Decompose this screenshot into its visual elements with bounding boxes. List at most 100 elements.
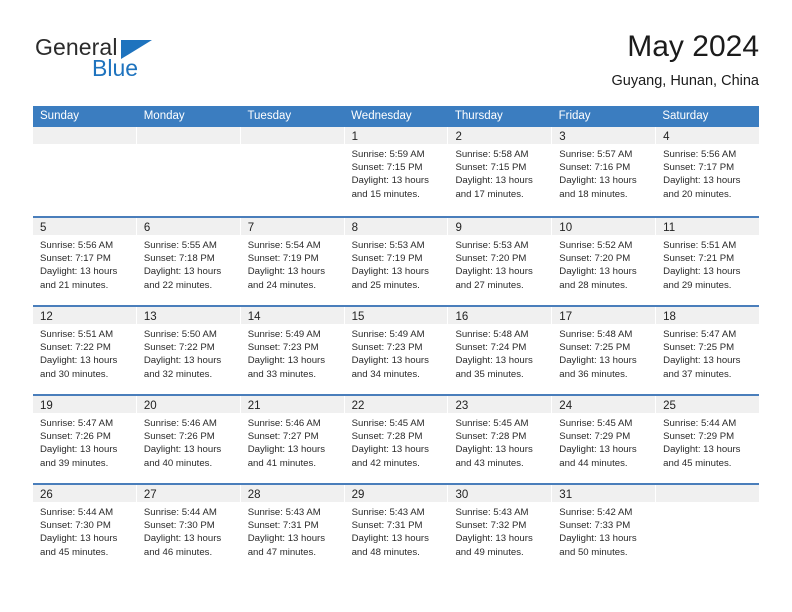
day-cell[interactable]: 4 Sunrise: 5:56 AM Sunset: 7:17 PM Dayli… (655, 127, 760, 216)
daylight-text-line1: Daylight: 13 hours (143, 533, 222, 545)
sunset-text: Sunset: 7:21 PM (663, 253, 735, 265)
daylight-text-line1: Daylight: 13 hours (247, 533, 326, 545)
day-cell[interactable] (135, 127, 240, 216)
daylight-text-line1: Daylight: 13 hours (143, 266, 222, 278)
day-details: Sunrise: 5:48 AM Sunset: 7:24 PM Dayligh… (448, 324, 551, 381)
day-details (241, 144, 344, 148)
day-number-band (240, 127, 344, 144)
sunset-text: Sunset: 7:24 PM (455, 342, 527, 354)
day-cell[interactable]: 5 Sunrise: 5:56 AM Sunset: 7:17 PM Dayli… (33, 218, 136, 305)
day-number-band: 18 (656, 307, 760, 324)
day-cell[interactable]: 24 Sunrise: 5:45 AM Sunset: 7:29 PM Dayl… (551, 396, 656, 483)
day-details: Sunrise: 5:56 AM Sunset: 7:17 PM Dayligh… (656, 144, 759, 201)
day-cell[interactable]: 28 Sunrise: 5:43 AM Sunset: 7:31 PM Dayl… (239, 485, 344, 572)
day-cell[interactable] (239, 127, 344, 216)
daylight-text-line2: and 36 minutes. (559, 368, 628, 380)
day-details (656, 502, 759, 506)
daylight-text-line2: and 44 minutes. (559, 457, 628, 469)
day-cell[interactable]: 30 Sunrise: 5:43 AM Sunset: 7:32 PM Dayl… (447, 485, 552, 572)
day-details: Sunrise: 5:45 AM Sunset: 7:29 PM Dayligh… (552, 413, 655, 470)
sunrise-text: Sunrise: 5:48 AM (559, 329, 633, 340)
day-details: Sunrise: 5:43 AM Sunset: 7:31 PM Dayligh… (345, 502, 448, 559)
day-number: 13 (143, 311, 157, 323)
day-details: Sunrise: 5:49 AM Sunset: 7:23 PM Dayligh… (241, 324, 344, 381)
day-cell[interactable]: 23 Sunrise: 5:45 AM Sunset: 7:28 PM Dayl… (447, 396, 552, 483)
day-cell[interactable]: 12 Sunrise: 5:51 AM Sunset: 7:22 PM Dayl… (33, 307, 136, 394)
daylight-text-line1: Daylight: 13 hours (663, 444, 741, 456)
day-number: 10 (559, 222, 573, 234)
day-cell[interactable]: 10 Sunrise: 5:52 AM Sunset: 7:20 PM Dayl… (551, 218, 656, 305)
day-cell[interactable]: 15 Sunrise: 5:49 AM Sunset: 7:23 PM Dayl… (343, 307, 448, 394)
day-cell[interactable]: 9 Sunrise: 5:53 AM Sunset: 7:20 PM Dayli… (447, 218, 552, 305)
day-cell[interactable] (33, 127, 136, 216)
day-cell[interactable]: 29 Sunrise: 5:43 AM Sunset: 7:31 PM Dayl… (343, 485, 448, 572)
day-details: Sunrise: 5:42 AM Sunset: 7:33 PM Dayligh… (552, 502, 655, 559)
day-cell[interactable]: 18 Sunrise: 5:47 AM Sunset: 7:25 PM Dayl… (655, 307, 760, 394)
daylight-text-line1: Daylight: 13 hours (559, 355, 637, 367)
daylight-text-line2: and 49 minutes. (455, 546, 524, 558)
daylight-text-line2: and 24 minutes. (247, 279, 316, 291)
day-details: Sunrise: 5:59 AM Sunset: 7:15 PM Dayligh… (345, 144, 448, 201)
day-cell[interactable]: 31 Sunrise: 5:42 AM Sunset: 7:33 PM Dayl… (551, 485, 656, 572)
sunrise-text: Sunrise: 5:49 AM (351, 329, 425, 340)
daylight-text-line2: and 28 minutes. (559, 279, 628, 291)
week-row: 5 Sunrise: 5:56 AM Sunset: 7:17 PM Dayli… (33, 216, 760, 305)
day-number-band: 22 (344, 396, 448, 413)
day-number-band: 4 (656, 127, 760, 144)
day-cell[interactable]: 8 Sunrise: 5:53 AM Sunset: 7:19 PM Dayli… (343, 218, 448, 305)
day-number: 15 (351, 311, 365, 323)
day-number-band: 27 (136, 485, 240, 502)
day-number: 16 (455, 311, 469, 323)
day-number-band: 25 (656, 396, 760, 413)
sunset-text: Sunset: 7:31 PM (247, 520, 319, 532)
daylight-text-line2: and 18 minutes. (559, 188, 628, 200)
day-cell[interactable]: 16 Sunrise: 5:48 AM Sunset: 7:24 PM Dayl… (447, 307, 552, 394)
weekday-header-saturday: Saturday (662, 110, 709, 122)
day-cell[interactable]: 27 Sunrise: 5:44 AM Sunset: 7:30 PM Dayl… (135, 485, 240, 572)
day-cell[interactable]: 25 Sunrise: 5:44 AM Sunset: 7:29 PM Dayl… (655, 396, 760, 483)
daylight-text-line2: and 25 minutes. (351, 279, 420, 291)
day-number-band (33, 127, 136, 144)
sunrise-text: Sunrise: 5:55 AM (143, 240, 217, 251)
day-cell[interactable]: 22 Sunrise: 5:45 AM Sunset: 7:28 PM Dayl… (343, 396, 448, 483)
day-number-band: 23 (448, 396, 552, 413)
day-cell[interactable]: 11 Sunrise: 5:51 AM Sunset: 7:21 PM Dayl… (655, 218, 760, 305)
day-cell[interactable]: 26 Sunrise: 5:44 AM Sunset: 7:30 PM Dayl… (33, 485, 136, 572)
day-cell[interactable]: 6 Sunrise: 5:55 AM Sunset: 7:18 PM Dayli… (135, 218, 240, 305)
daylight-text-line2: and 30 minutes. (40, 368, 109, 380)
day-cell[interactable] (655, 485, 760, 572)
day-cell[interactable]: 13 Sunrise: 5:50 AM Sunset: 7:22 PM Dayl… (135, 307, 240, 394)
page-header: General Blue May 2024 Guyang, Hunan, Chi… (33, 28, 759, 100)
day-number: 5 (40, 222, 47, 234)
day-cell[interactable]: 19 Sunrise: 5:47 AM Sunset: 7:26 PM Dayl… (33, 396, 136, 483)
day-number-band: 8 (344, 218, 448, 235)
day-number-band: 3 (552, 127, 656, 144)
sunset-text: Sunset: 7:16 PM (559, 162, 631, 174)
day-details: Sunrise: 5:46 AM Sunset: 7:27 PM Dayligh… (241, 413, 344, 470)
day-cell[interactable]: 1 Sunrise: 5:59 AM Sunset: 7:15 PM Dayli… (343, 127, 448, 216)
general-blue-logo[interactable]: General Blue (33, 34, 273, 94)
day-cell[interactable]: 17 Sunrise: 5:48 AM Sunset: 7:25 PM Dayl… (551, 307, 656, 394)
sunset-text: Sunset: 7:31 PM (351, 520, 423, 532)
sunrise-text: Sunrise: 5:52 AM (559, 240, 633, 251)
sunrise-text: Sunrise: 5:44 AM (143, 507, 217, 518)
day-details: Sunrise: 5:53 AM Sunset: 7:20 PM Dayligh… (448, 235, 551, 292)
sunset-text: Sunset: 7:26 PM (40, 431, 111, 443)
daylight-text-line2: and 22 minutes. (143, 279, 213, 291)
day-cell[interactable]: 7 Sunrise: 5:54 AM Sunset: 7:19 PM Dayli… (239, 218, 344, 305)
day-number-band: 26 (33, 485, 136, 502)
day-cell[interactable]: 14 Sunrise: 5:49 AM Sunset: 7:23 PM Dayl… (239, 307, 344, 394)
day-cell[interactable]: 3 Sunrise: 5:57 AM Sunset: 7:16 PM Dayli… (551, 127, 656, 216)
sunset-text: Sunset: 7:32 PM (455, 520, 527, 532)
day-cell[interactable]: 21 Sunrise: 5:46 AM Sunset: 7:27 PM Dayl… (239, 396, 344, 483)
day-details: Sunrise: 5:51 AM Sunset: 7:22 PM Dayligh… (33, 324, 136, 381)
day-number-band: 24 (552, 396, 656, 413)
sunset-text: Sunset: 7:15 PM (455, 162, 527, 174)
day-cell[interactable]: 2 Sunrise: 5:58 AM Sunset: 7:15 PM Dayli… (447, 127, 552, 216)
day-cell[interactable]: 20 Sunrise: 5:46 AM Sunset: 7:26 PM Dayl… (135, 396, 240, 483)
daylight-text-line1: Daylight: 13 hours (455, 533, 533, 545)
daylight-text-line1: Daylight: 13 hours (143, 444, 222, 456)
day-details: Sunrise: 5:44 AM Sunset: 7:30 PM Dayligh… (33, 502, 136, 559)
weekday-header-row: Sunday Monday Tuesday Wednesday Thursday… (33, 106, 759, 127)
weekday-header-friday: Friday (558, 110, 591, 122)
